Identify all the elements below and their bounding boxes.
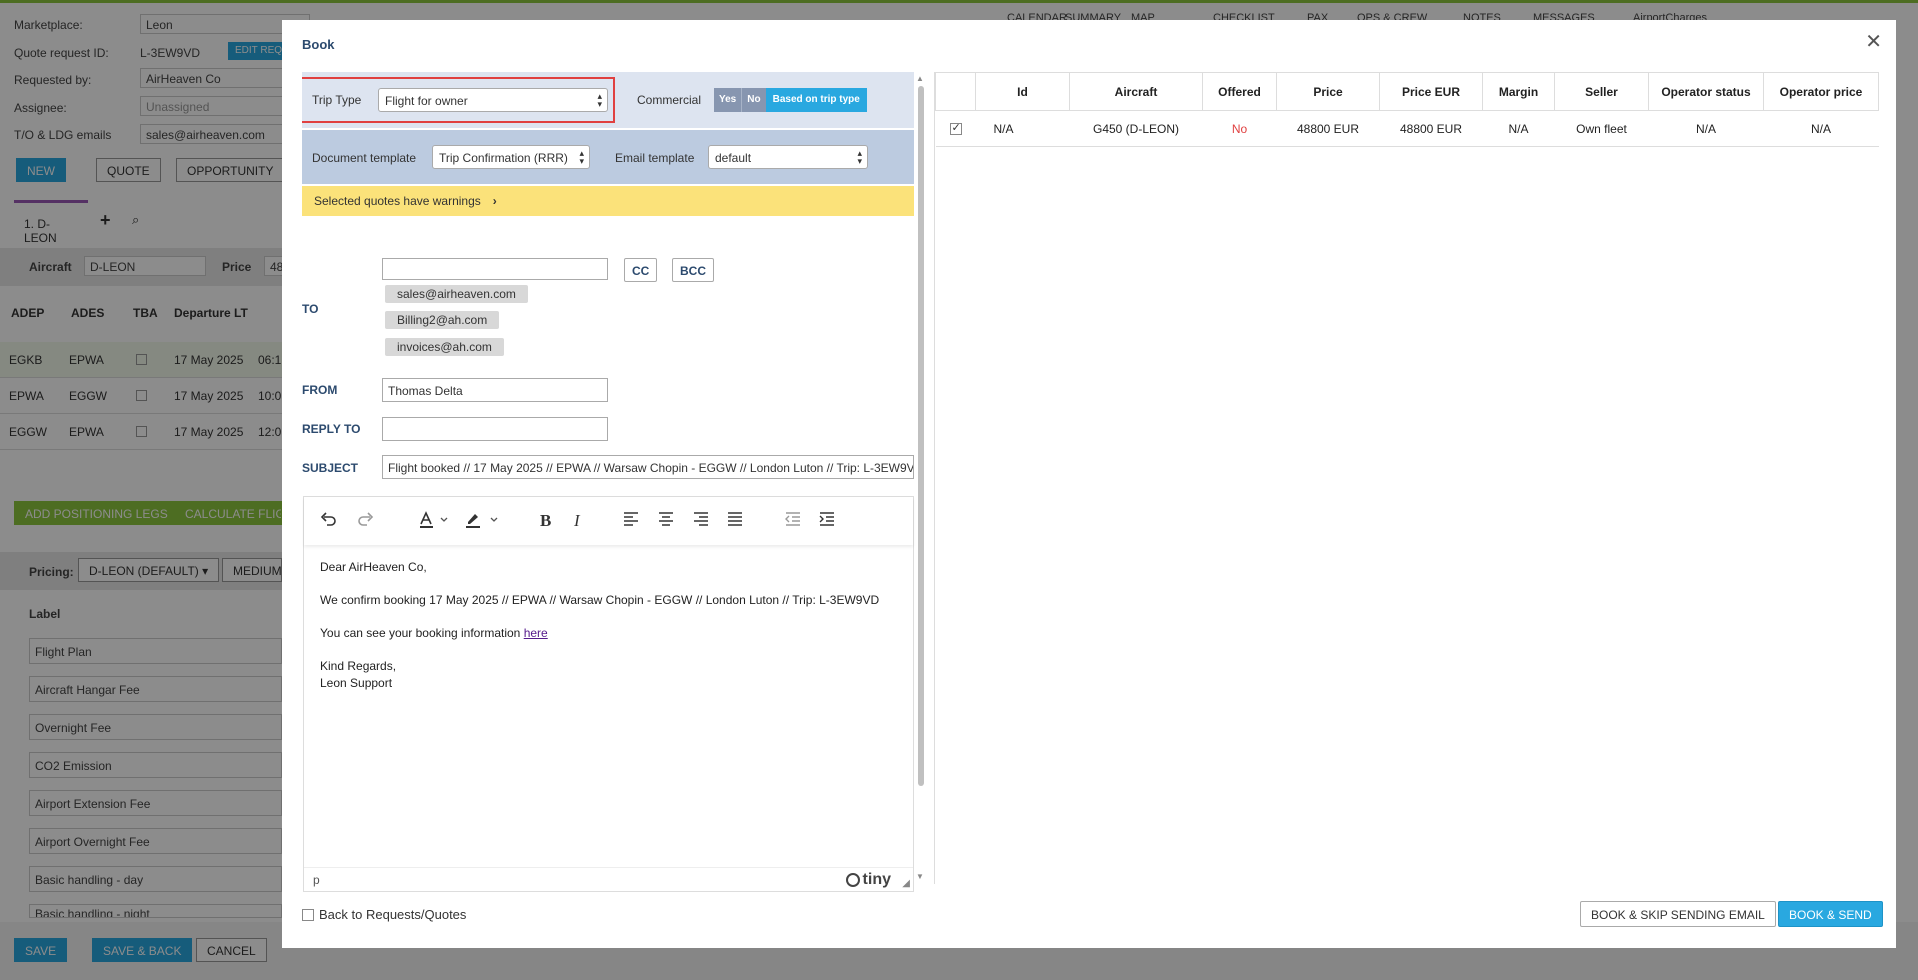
grid-header-select <box>935 72 976 111</box>
bcc-button[interactable]: BCC <box>672 258 714 282</box>
book-modal: Book ✕ Trip Type Flight for owner ▴ ▾ Com… <box>282 20 1896 948</box>
tiny-logo: tiny <box>845 871 891 889</box>
subject-label: SUBJECT <box>302 461 359 475</box>
modal-title: Book <box>302 37 335 52</box>
close-icon[interactable]: ✕ <box>1865 32 1882 52</box>
recipient-chip[interactable]: Billing2@ah.com <box>385 311 500 329</box>
grid-header: Price EUR <box>1379 72 1483 111</box>
back-to-requests-label: Back to Requests/Quotes <box>319 907 467 922</box>
cell-operator-status: N/A <box>1648 110 1764 147</box>
chevron-updown-icon: ▴ ▾ <box>579 148 584 166</box>
to-label: TO <box>302 302 319 316</box>
commercial-yes[interactable]: Yes <box>714 88 742 112</box>
trip-type-label: Trip Type <box>312 93 362 107</box>
grid-header: Id <box>975 72 1070 111</box>
grid-header: Price <box>1276 72 1380 111</box>
editor-toolbar: B I <box>304 497 913 545</box>
trip-type-row: Trip Type Flight for owner ▴ ▾ Commercial… <box>302 72 914 128</box>
grid-header-row: Id Aircraft Offered Price Price EUR Marg… <box>935 72 1879 111</box>
email-body[interactable]: Dear AirHeaven Co, We confirm booking 17… <box>320 559 879 692</box>
cell-operator-price: N/A <box>1763 110 1879 147</box>
checkbox-icon[interactable] <box>302 908 314 921</box>
scroll-up-icon[interactable]: ▲ <box>915 74 925 83</box>
align-center-icon[interactable] <box>657 511 675 527</box>
email-editor: B I Dear AirHeaven Co, We confirm bookin… <box>303 496 914 892</box>
book-skip-email-button[interactable]: BOOK & SKIP SENDING EMAIL <box>1580 901 1776 927</box>
editor-statusbar: p tiny ◢ <box>304 867 913 891</box>
warnings-banner[interactable]: Selected quotes have warnings › <box>302 186 914 216</box>
cell-id: N/A <box>975 110 1070 147</box>
cell-offered: No <box>1202 110 1277 147</box>
body-closing1: Kind Regards, <box>320 659 397 673</box>
tiny-icon <box>845 873 860 887</box>
undo-icon[interactable] <box>320 511 338 529</box>
grid-header: Margin <box>1482 72 1555 111</box>
indent-icon[interactable] <box>818 511 836 527</box>
highlight-color-icon[interactable] <box>464 511 502 529</box>
align-left-icon[interactable] <box>622 511 640 527</box>
cell-price: 48800 EUR <box>1276 110 1380 147</box>
grid-header: Operator status <box>1648 72 1764 111</box>
scrollbar-thumb[interactable] <box>918 86 924 786</box>
recipient-chip[interactable]: invoices@ah.com <box>385 338 504 356</box>
cc-button[interactable]: CC <box>624 258 658 282</box>
commercial-toggle: Yes No Based on trip type <box>714 88 867 112</box>
email-template-select[interactable]: default ▴ ▾ <box>708 145 868 169</box>
trip-type-select[interactable]: Flight for owner ▴ ▾ <box>378 88 608 112</box>
book-send-button[interactable]: BOOK & SEND <box>1778 901 1883 927</box>
from-input[interactable]: Thomas Delta <box>382 378 608 402</box>
element-path: p <box>313 873 320 887</box>
document-template-select[interactable]: Trip Confirmation (RRR) ▴ ▾ <box>432 145 590 169</box>
commercial-based-on-trip[interactable]: Based on trip type <box>765 88 867 112</box>
document-template-label: Document template <box>312 151 417 165</box>
commercial-no[interactable]: No <box>741 88 766 112</box>
cell-aircraft: G450 (D-LEON) <box>1069 110 1203 147</box>
back-to-requests-checkbox[interactable]: Back to Requests/Quotes <box>302 907 466 922</box>
align-right-icon[interactable] <box>692 511 710 527</box>
grid-header: Operator price <box>1763 72 1879 111</box>
text-color-icon[interactable] <box>418 511 452 529</box>
scroll-down-icon[interactable]: ▼ <box>915 872 925 881</box>
subject-input[interactable]: Flight booked // 17 May 2025 // EPWA // … <box>382 455 914 479</box>
grid-header: Seller <box>1554 72 1649 111</box>
grid-header: Offered <box>1202 72 1277 111</box>
reply-to-input[interactable] <box>382 417 608 441</box>
quotes-grid: Id Aircraft Offered Price Price EUR Marg… <box>934 72 1879 884</box>
commercial-label: Commercial <box>637 93 702 107</box>
chevron-updown-icon: ▴ ▾ <box>857 148 862 166</box>
to-input[interactable] <box>382 258 608 280</box>
chevron-updown-icon: ▴ ▾ <box>597 91 602 109</box>
warnings-text: Selected quotes have warnings <box>314 194 481 208</box>
outdent-icon[interactable] <box>784 511 802 527</box>
body-greeting: Dear AirHeaven Co, <box>320 560 427 574</box>
from-label: FROM <box>302 383 338 397</box>
italic-icon[interactable]: I <box>574 511 580 531</box>
body-line1: We confirm booking 17 May 2025 // EPWA /… <box>320 593 880 607</box>
booking-link[interactable]: here <box>524 626 548 640</box>
bold-icon[interactable]: B <box>540 511 551 531</box>
redo-icon[interactable] <box>356 511 374 529</box>
recipient-chip[interactable]: sales@airheaven.com <box>385 285 528 303</box>
cell-margin: N/A <box>1482 110 1555 147</box>
resize-handle-icon[interactable]: ◢ <box>902 878 910 889</box>
chevron-right-icon: › <box>492 194 497 208</box>
email-template-label: Email template <box>615 151 695 165</box>
template-row: Document template Trip Confirmation (RRR… <box>302 130 914 184</box>
align-justify-icon[interactable] <box>726 511 744 527</box>
row-checkbox[interactable] <box>935 110 976 147</box>
body-line2: You can see your booking information her… <box>320 626 548 640</box>
grid-header: Aircraft <box>1069 72 1203 111</box>
body-closing2: Leon Support <box>320 676 393 690</box>
reply-to-label: REPLY TO <box>302 422 361 436</box>
cell-price-eur: 48800 EUR <box>1379 110 1483 147</box>
email-pane: Trip Type Flight for owner ▴ ▾ Commercial… <box>302 72 934 902</box>
table-row[interactable]: N/A G450 (D-LEON) No 48800 EUR 48800 EUR… <box>935 110 1879 147</box>
cell-seller: Own fleet <box>1554 110 1649 147</box>
